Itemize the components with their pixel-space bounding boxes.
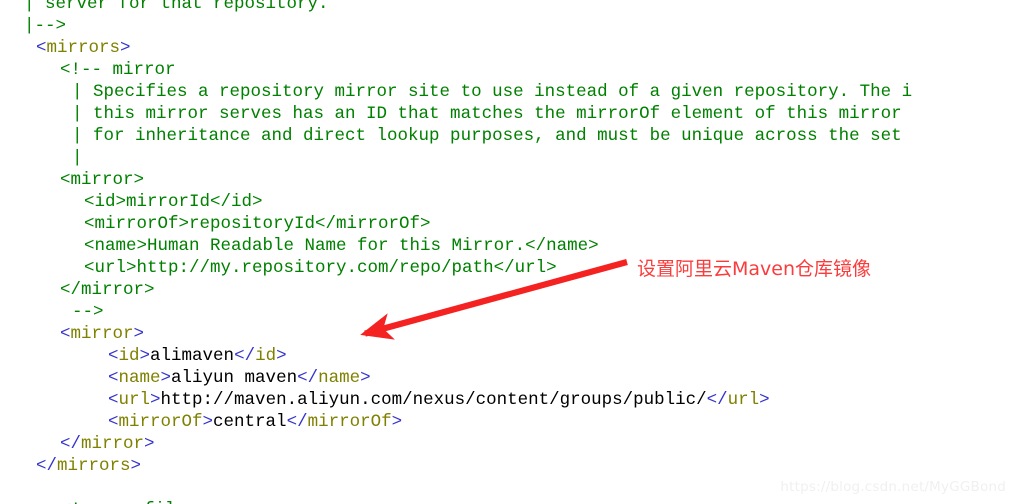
code-token-brk: > [391, 412, 403, 432]
code-token-cmt: <url>http://my.repository.com/repo/path<… [84, 258, 557, 278]
code-token-brk: < [36, 38, 47, 58]
code-line[interactable]: <mirror> [0, 169, 1020, 191]
code-token-cmt: <name>Human Readable Name for this Mirro… [84, 236, 599, 256]
code-line[interactable]: | [0, 147, 1020, 169]
code-token-brk: > [133, 324, 145, 344]
code-token-brk: < [60, 324, 71, 344]
code-token-tag: mirror [81, 434, 145, 454]
code-token-brk: </ [60, 434, 82, 454]
code-token-brk: </ [297, 368, 319, 388]
code-token-cmt: <mirror> [60, 170, 145, 190]
code-token-brk: < [108, 346, 119, 366]
code-token-brk: > [160, 368, 172, 388]
code-line[interactable]: <mirror> [0, 323, 1020, 345]
code-token-cmt: | [72, 148, 83, 168]
code-token-brk: > [150, 390, 161, 410]
code-token-brk: > [202, 412, 214, 432]
code-token-cmt: | Specifies a repository mirror site to … [72, 82, 913, 102]
code-token-brk: > [130, 456, 142, 476]
code-line[interactable]: | this mirror serves has an ID that matc… [0, 103, 1020, 125]
code-lines-container[interactable]: | server for that repository. |--> <mirror… [0, 0, 1020, 504]
code-token-tag: url [118, 390, 151, 410]
code-token-brk: < [108, 412, 119, 432]
code-token-brk: < [108, 390, 119, 410]
code-token-txt: alimaven [150, 346, 235, 366]
code-line[interactable]: <mirrorOf>repositoryId</mirrorOf> [0, 213, 1020, 235]
code-token-cmt: </mirror> [60, 280, 155, 300]
code-token-tag: mirrorOf [307, 412, 392, 432]
code-line[interactable]: <name>Human Readable Name for this Mirro… [0, 235, 1020, 257]
annotation-label: 设置阿里云Maven仓库镜像 [637, 258, 872, 280]
code-token-brk: > [276, 346, 287, 366]
code-token-brk: > [360, 368, 371, 388]
code-line[interactable]: |--> [0, 15, 1020, 37]
code-token-brk: > [759, 390, 770, 410]
code-line[interactable]: --> [0, 301, 1020, 323]
code-line[interactable]: <!-- mirror [0, 59, 1020, 81]
code-token-cmt: | for inheritance and direct lookup purp… [72, 126, 902, 146]
code-line[interactable]: <url>http://maven.aliyun.com/nexus/conte… [0, 389, 1020, 411]
code-line[interactable]: <mirrorOf>central</mirrorOf> [0, 411, 1020, 433]
code-token-tag: id [118, 346, 140, 366]
code-token-tag: name [318, 368, 361, 388]
code-token-brk: </ [706, 390, 728, 410]
code-editor-surface[interactable]: | server for that repository. |--> <mirror… [0, 0, 1020, 504]
code-line[interactable]: <name>aliyun maven</name> [0, 367, 1020, 389]
code-line[interactable]: | server for that repository. [0, 0, 1020, 15]
code-token-cmt: | this mirror serves has an ID that matc… [72, 104, 902, 124]
code-token-tag: id [255, 346, 277, 366]
code-token-tag: url [727, 390, 760, 410]
code-token-cmt: |--> [24, 16, 67, 36]
csdn-watermark: https://blog.csdn.net/MyGGBond [780, 479, 1006, 495]
code-token-tag: name [118, 368, 161, 388]
code-token-brk: > [139, 346, 151, 366]
code-line[interactable]: </mirrors> [0, 455, 1020, 477]
code-line[interactable]: | for inheritance and direct lookup purp… [0, 125, 1020, 147]
code-token-cmt: <!-- mirror [60, 60, 176, 80]
code-token-cmt: <id>mirrorId</id> [84, 192, 263, 212]
code-line[interactable]: <id>alimaven</id> [0, 345, 1020, 367]
code-token-brk: > [120, 38, 131, 58]
code-line[interactable]: </mirror> [0, 279, 1020, 301]
code-token-txt: http://maven.aliyun.com/nexus/content/gr… [160, 390, 707, 410]
code-line[interactable]: <!-- profile [0, 499, 1020, 504]
code-token-cmt: <mirrorOf>repositoryId</mirrorOf> [84, 214, 431, 234]
code-token-brk: < [108, 368, 119, 388]
code-token-cmt: --> [72, 302, 104, 322]
code-line[interactable]: <mirrors> [0, 37, 1020, 59]
code-token-tag: mirrors [57, 456, 131, 476]
code-token-txt: aliyun maven [171, 368, 298, 388]
code-line[interactable]: </mirror> [0, 433, 1020, 455]
code-line[interactable]: | Specifies a repository mirror site to … [0, 81, 1020, 103]
code-token-tag: mirrors [46, 38, 121, 58]
code-token-tag: mirror [70, 324, 134, 344]
code-token-brk: </ [234, 346, 256, 366]
code-token-brk: </ [286, 412, 308, 432]
code-token-tag: mirrorOf [118, 412, 203, 432]
code-token-brk: > [144, 434, 155, 454]
code-token-brk: </ [36, 456, 58, 476]
code-line[interactable]: <id>mirrorId</id> [0, 191, 1020, 213]
code-token-cmt: <!-- profile [60, 500, 186, 504]
code-token-txt: central [213, 412, 287, 432]
code-token-cmt: | server for that repository. [24, 0, 329, 14]
